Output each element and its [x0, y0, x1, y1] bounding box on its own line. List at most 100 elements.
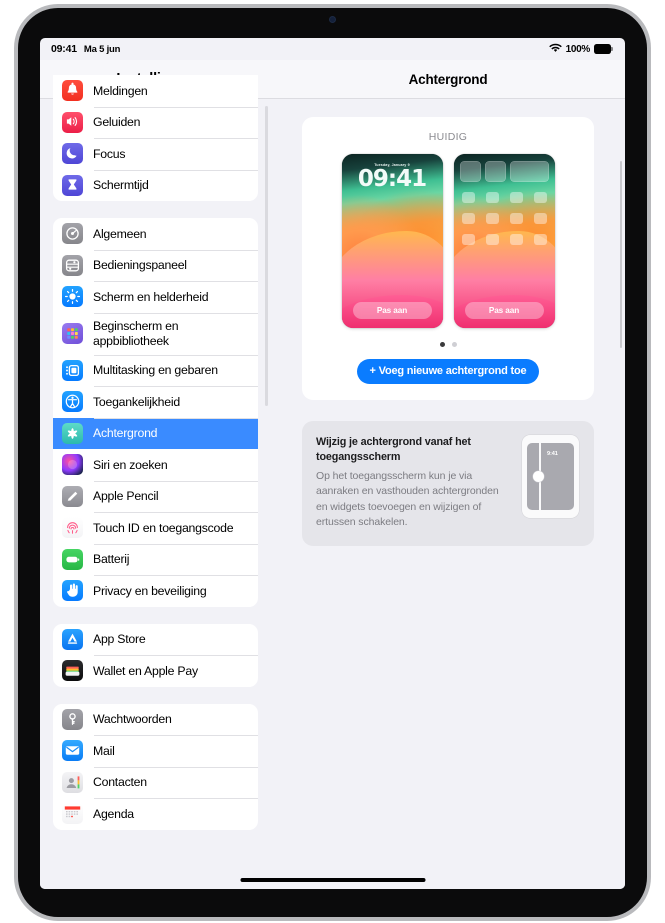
widget-wide [509, 161, 549, 182]
sidebar-item-scherm-en-helderheid[interactable]: Scherm en helderheid [53, 281, 258, 313]
home-screen-preview[interactable]: Pas aan [453, 154, 555, 328]
add-wallpaper-button[interactable]: + Voeg nieuwe achtergrond toe [356, 359, 540, 384]
sidebar-item-label: Focus [93, 146, 126, 161]
hourglass-icon [62, 174, 83, 196]
app-icon-placeholder [509, 213, 523, 224]
app-icon-placeholder [485, 234, 499, 245]
sidebar-item-achtergrond[interactable]: Achtergrond [53, 417, 258, 449]
wallpaper-icon [62, 422, 83, 444]
sidebar-item-multitasking-en-gebaren[interactable]: Multitasking en gebaren [53, 354, 258, 387]
sidebar-item-apple-pencil[interactable]: Apple Pencil [53, 480, 258, 513]
sidebar-item-batterij[interactable]: Batterij [53, 543, 258, 576]
lock-screen-preview[interactable]: Tuesday, January 9 09:41 Pas aan [341, 154, 443, 328]
sidebar-item-label: Apple Pencil [93, 489, 159, 504]
customize-lock-button[interactable]: Pas aan [352, 302, 432, 319]
current-caption: HUIDIG [428, 131, 468, 143]
sidebar-item-schermtijd[interactable]: Schermtijd [53, 169, 258, 202]
sidebar-item-beginscherm-en-appbibliotheek[interactable]: Beginscherm en appbibliotheek [53, 312, 258, 355]
page-dot[interactable] [451, 342, 457, 347]
sidebar-item-toegankelijkheid[interactable]: Toegankelijkheid [53, 386, 258, 418]
app-icon-placeholder [461, 234, 475, 245]
sidebar-item-label: Beginscherm en appbibliotheek [93, 319, 179, 348]
add-wallpaper-label: + Voeg nieuwe achtergrond toe [369, 365, 527, 377]
sidebar-item-label: Schermtijd [93, 178, 149, 193]
sidebar-item-label: Siri en zoeken [93, 457, 168, 472]
sidebar-item-meldingen[interactable]: Meldingen [53, 75, 258, 107]
sidebar-item-label: Agenda [93, 806, 134, 821]
app-icon-placeholder [533, 192, 547, 203]
contacts-icon [62, 771, 83, 793]
sidebar-scrollbar[interactable] [265, 106, 268, 406]
sidebar-item-algemeen[interactable]: Algemeen [53, 218, 258, 250]
app-grid-icon [62, 323, 83, 344]
sidebar-scroll-area[interactable]: Meldingen Geluiden Focus Schermtijd Algemeen… [40, 75, 271, 889]
speaker-icon [62, 111, 83, 133]
page-dots[interactable] [302, 342, 594, 347]
status-date: Ma 5 jun [83, 44, 121, 55]
sidebar-item-label: Touch ID en toegangscode [93, 520, 234, 535]
sidebar-item-bedieningspaneel[interactable]: Bedieningspaneel [53, 249, 258, 282]
wallpaper-previews: Tuesday, January 9 09:41 Pas aan Pas aan [302, 154, 594, 328]
status-bar-right: 100% [548, 43, 613, 56]
hand-icon [62, 580, 83, 602]
detail-scrollbar[interactable] [619, 161, 622, 348]
customize-home-label: Pas aan [488, 306, 520, 315]
calendar-icon [62, 803, 83, 825]
sidebar-item-siri-en-zoeken[interactable]: Siri en zoeken [53, 449, 258, 481]
sliders-icon [62, 254, 83, 276]
mail-icon [62, 740, 83, 762]
battery-full-icon [594, 44, 613, 54]
detail-body: HUIDIG Tuesday, January 9 09:41 Pas aan … [271, 99, 625, 546]
brightness-icon [62, 286, 83, 308]
sidebar-item-wachtwoorden[interactable]: Wachtwoorden [53, 704, 258, 736]
current-wallpaper-card: HUIDIG Tuesday, January 9 09:41 Pas aan … [302, 117, 594, 400]
ipad-device: 09:41 Ma 5 jun 100% Meldingen Geluiden F… [0, 0, 665, 923]
moon-icon [62, 143, 83, 165]
gear-icon [62, 223, 83, 245]
battery-icon [62, 548, 83, 570]
sidebar-item-label: App Store [93, 632, 146, 647]
sidebar-item-touch-id-en-toegangscode[interactable]: Touch ID en toegangscode [53, 512, 258, 544]
settings-sidebar[interactable]: Instellingen MeldingenGeluidenFocusScher… [40, 60, 271, 889]
customize-home-button[interactable]: Pas aan [464, 302, 544, 319]
customize-lock-label: Pas aan [376, 306, 408, 315]
app-icon-placeholder [461, 192, 475, 203]
status-time: 09:41 [51, 43, 77, 55]
sidebar-item-wallet-en-apple-pay[interactable]: Wallet en Apple Pay [53, 655, 258, 687]
widget-small [484, 161, 506, 182]
sidebar-item-focus[interactable]: Focus [53, 138, 258, 170]
info-card-body: Op het toegangsscherm kun je via aanrake… [316, 470, 499, 528]
home-indicator[interactable] [240, 877, 425, 882]
multitask-icon [62, 359, 83, 381]
wifi-icon [548, 43, 562, 56]
siri-icon [62, 454, 83, 476]
sidebar-item-label: Privacy en beveiliging [93, 583, 207, 598]
detail-header: Achtergrond [271, 60, 625, 99]
home-screen-app-grid [461, 192, 547, 245]
app-icon-placeholder [485, 192, 499, 203]
front-camera-icon [330, 17, 335, 22]
app-icon-placeholder [509, 234, 523, 245]
sidebar-item-label: Bedieningspaneel [93, 258, 187, 273]
sidebar-item-contacten[interactable]: Contacten [53, 766, 258, 799]
sidebar-item-label: Wachtwoorden [93, 712, 172, 727]
page-dot[interactable] [439, 342, 445, 347]
key-icon [62, 708, 83, 730]
sidebar-group: App Store Wallet en Apple Pay [53, 623, 258, 687]
sidebar-item-app-store[interactable]: App Store [53, 624, 258, 656]
app-icon-placeholder [509, 192, 523, 203]
wallet-icon [62, 660, 83, 682]
sidebar-item-label: Geluiden [93, 115, 141, 130]
sidebar-item-label: Achtergrond [93, 426, 158, 441]
detail-title: Achtergrond [408, 71, 488, 87]
sidebar-group: Algemeen Bedieningspaneel Scherm en helder… [53, 218, 258, 607]
sidebar-item-privacy-en-beveiliging[interactable]: Privacy en beveiliging [53, 575, 258, 607]
sidebar-item-label: Contacten [93, 775, 147, 790]
sidebar-group: Wachtwoorden Mail Contacten Agenda [53, 703, 258, 830]
lock-screen-illustration-icon: 9:41 [522, 435, 579, 518]
sidebar-item-geluiden[interactable]: Geluiden [53, 106, 258, 139]
sidebar-item-agenda[interactable]: Agenda [53, 798, 258, 830]
split-view: Instellingen MeldingenGeluidenFocusScher… [40, 60, 625, 889]
app-icon-placeholder [461, 213, 475, 224]
sidebar-item-mail[interactable]: Mail [53, 735, 258, 767]
